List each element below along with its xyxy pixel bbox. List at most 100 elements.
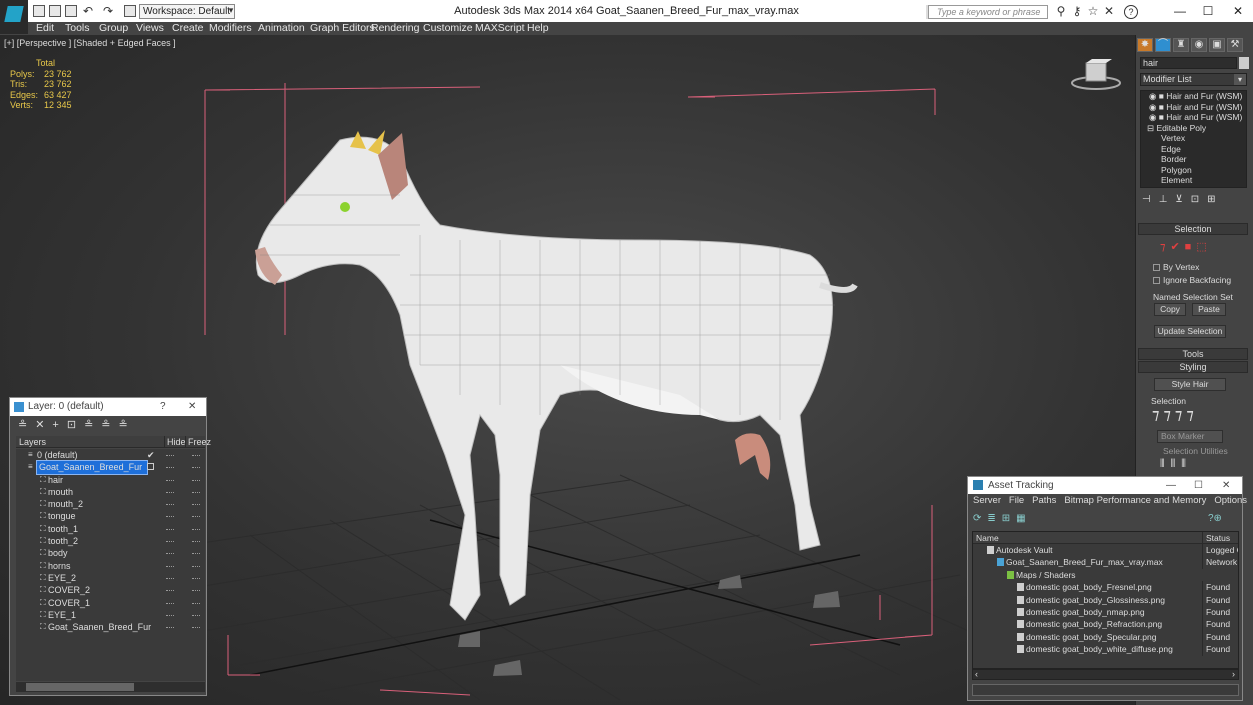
asset-scrollbar[interactable]: ‹ ›: [972, 669, 1239, 680]
viewport-label[interactable]: [+] [Perspective ] [Shaded + Edged Faces…: [4, 38, 176, 48]
menu-graph-editors[interactable]: Graph Editors: [310, 22, 375, 35]
hide-toggle[interactable]: [166, 504, 174, 506]
layer-box-icon[interactable]: [147, 463, 154, 471]
key-icon[interactable]: ⚷: [1070, 5, 1084, 17]
menu-maxscript[interactable]: MAXScript: [475, 22, 525, 35]
object-name-field[interactable]: hair: [1140, 57, 1237, 69]
layer-scrollbar-thumb[interactable]: [26, 683, 134, 691]
hide-toggle[interactable]: [166, 614, 174, 616]
modify-tab-icon[interactable]: ⌒: [1155, 38, 1171, 52]
active-layer-check-icon[interactable]: ✔: [147, 449, 155, 461]
col-layers[interactable]: Layers: [19, 436, 46, 448]
hair-select-icons[interactable]: ⁊⁊⁊⁊: [1152, 405, 1198, 423]
menu-customize[interactable]: Customize: [423, 22, 473, 35]
col-hide[interactable]: Hide: [164, 436, 186, 448]
redo-icon[interactable]: ↷: [101, 5, 115, 17]
layer-row[interactable]: ⛶ hair: [16, 474, 205, 486]
layer-row[interactable]: ⛶ tooth_1: [16, 523, 205, 535]
freeze-toggle[interactable]: [192, 553, 200, 555]
asset-window-titlebar[interactable]: Asset Tracking — ☐ ✕: [968, 477, 1242, 494]
menu-create[interactable]: Create: [172, 22, 204, 35]
hierarchy-tab-icon[interactable]: ♜: [1173, 38, 1189, 52]
stack-subitem[interactable]: Vertex: [1141, 133, 1246, 144]
freeze-toggle[interactable]: [192, 467, 200, 469]
asset-path-field[interactable]: [972, 684, 1239, 696]
menu-help[interactable]: Help: [527, 22, 549, 35]
paste-button[interactable]: Paste: [1192, 303, 1226, 316]
freeze-toggle[interactable]: [192, 590, 200, 592]
layer-row[interactable]: ⛶ COVER_2: [16, 584, 205, 596]
layer-row[interactable]: ⛶ EYE_2: [16, 572, 205, 584]
by-vertex-checkbox[interactable]: By Vertex: [1153, 262, 1199, 272]
hide-toggle[interactable]: [166, 491, 174, 493]
open-file-icon[interactable]: [49, 5, 61, 17]
save-file-icon[interactable]: [65, 5, 77, 17]
layer-row[interactable]: ⛶ COVER_1: [16, 597, 205, 609]
view-cube[interactable]: [1071, 59, 1121, 90]
copy-button[interactable]: Copy: [1154, 303, 1186, 316]
asset-maximize-button[interactable]: ☐: [1194, 477, 1203, 494]
layer-row[interactable]: ⛶ mouth: [16, 486, 205, 498]
asset-minimize-button[interactable]: —: [1166, 477, 1176, 494]
stack-item[interactable]: ◉ ■ Hair and Fur (WSM): [1141, 91, 1246, 102]
asset-row[interactable]: domestic goat_body_nmap.png Found: [973, 605, 1238, 619]
workspace-dropdown[interactable]: Workspace: Default: [139, 4, 235, 19]
asset-help-icon[interactable]: ?⊕: [1208, 513, 1222, 524]
motion-tab-icon[interactable]: ◉: [1191, 38, 1207, 52]
freeze-toggle[interactable]: [192, 455, 200, 456]
exchange-icon[interactable]: ✕: [1102, 5, 1116, 17]
hide-toggle[interactable]: [166, 553, 174, 555]
style-hair-button[interactable]: Style Hair: [1154, 378, 1226, 391]
asset-table[interactable]: Name Status Autodesk VaultLogged OuGoat_…: [972, 531, 1239, 669]
asset-row[interactable]: domestic goat_body_Glossiness.png Found: [973, 593, 1238, 606]
freeze-toggle[interactable]: [192, 528, 200, 530]
goat-model[interactable]: [255, 130, 858, 676]
favorites-icon[interactable]: ☆: [1086, 5, 1100, 17]
undo-icon[interactable]: ↶: [81, 5, 95, 17]
layer-row[interactable]: ⛶ tooth_2: [16, 535, 205, 547]
binoculars-icon[interactable]: ⚲: [1054, 5, 1068, 17]
col-freeze[interactable]: Freez: [185, 436, 211, 448]
selection-utility-icons[interactable]: ⫴⫴⫴: [1160, 458, 1192, 471]
menu-group[interactable]: Group: [99, 22, 128, 35]
freeze-toggle[interactable]: [192, 479, 200, 481]
ignore-backfacing-checkbox[interactable]: Ignore Backfacing: [1153, 275, 1231, 285]
layer-list[interactable]: ≡ 0 (default) ✔ ≡ Goat_Saanen_Breed_Fur ⛶ hair…: [16, 449, 205, 681]
menu-animation[interactable]: Animation: [258, 22, 305, 35]
asset-menu-server[interactable]: Server: [973, 495, 1001, 506]
layer-row[interactable]: ⛶ Goat_Saanen_Breed_Fur: [16, 621, 205, 633]
utilities-tab-icon[interactable]: ⚒: [1227, 38, 1243, 52]
stack-subitem[interactable]: Border: [1141, 154, 1246, 165]
subobject-icons[interactable]: ⁊✔■⬚: [1160, 240, 1212, 253]
project-folder-icon[interactable]: [124, 5, 136, 17]
stack-tools-icons[interactable]: ⊣⊥⊻⊡⊞: [1142, 194, 1224, 205]
layer-row[interactable]: ⛶ tongue: [16, 510, 205, 522]
hide-toggle[interactable]: [166, 467, 174, 469]
freeze-toggle[interactable]: [192, 565, 200, 567]
modifier-stack[interactable]: ◉ ■ Hair and Fur (WSM) ◉ ■ Hair and Fur …: [1140, 90, 1247, 188]
layer-row[interactable]: ⛶ horns: [16, 560, 205, 572]
hide-toggle[interactable]: [166, 590, 174, 592]
scroll-left-icon[interactable]: ‹: [975, 669, 978, 679]
search-input[interactable]: Type a keyword or phrase: [928, 5, 1048, 19]
asset-menu-bitmap[interactable]: Bitmap Performance and Memory: [1064, 495, 1206, 506]
maximize-button[interactable]: ☐: [1191, 0, 1225, 22]
layer-row[interactable]: ≡ Goat_Saanen_Breed_Fur: [16, 460, 205, 475]
create-tab-icon[interactable]: ✸: [1137, 38, 1153, 52]
asset-row[interactable]: domestic goat_body_Refraction.png Found: [973, 618, 1238, 631]
selection-rollout-header[interactable]: Selection: [1138, 223, 1248, 235]
col-status[interactable]: Status: [1202, 532, 1230, 544]
stack-item[interactable]: ⊟ Editable Poly: [1141, 123, 1246, 134]
freeze-toggle[interactable]: [192, 577, 200, 579]
scroll-right-icon[interactable]: ›: [1232, 669, 1235, 679]
layer-close-icon[interactable]: ✕: [188, 398, 196, 416]
menu-rendering[interactable]: Rendering: [371, 22, 419, 35]
menu-edit[interactable]: Edit: [36, 22, 54, 35]
freeze-toggle[interactable]: [192, 614, 200, 616]
object-color-swatch[interactable]: [1239, 57, 1249, 69]
hide-toggle[interactable]: [166, 541, 174, 543]
asset-row[interactable]: domestic goat_body_Specular.png Found: [973, 630, 1238, 644]
menu-views[interactable]: Views: [136, 22, 164, 35]
freeze-toggle[interactable]: [192, 627, 200, 629]
asset-menu-options[interactable]: Options: [1214, 495, 1247, 506]
